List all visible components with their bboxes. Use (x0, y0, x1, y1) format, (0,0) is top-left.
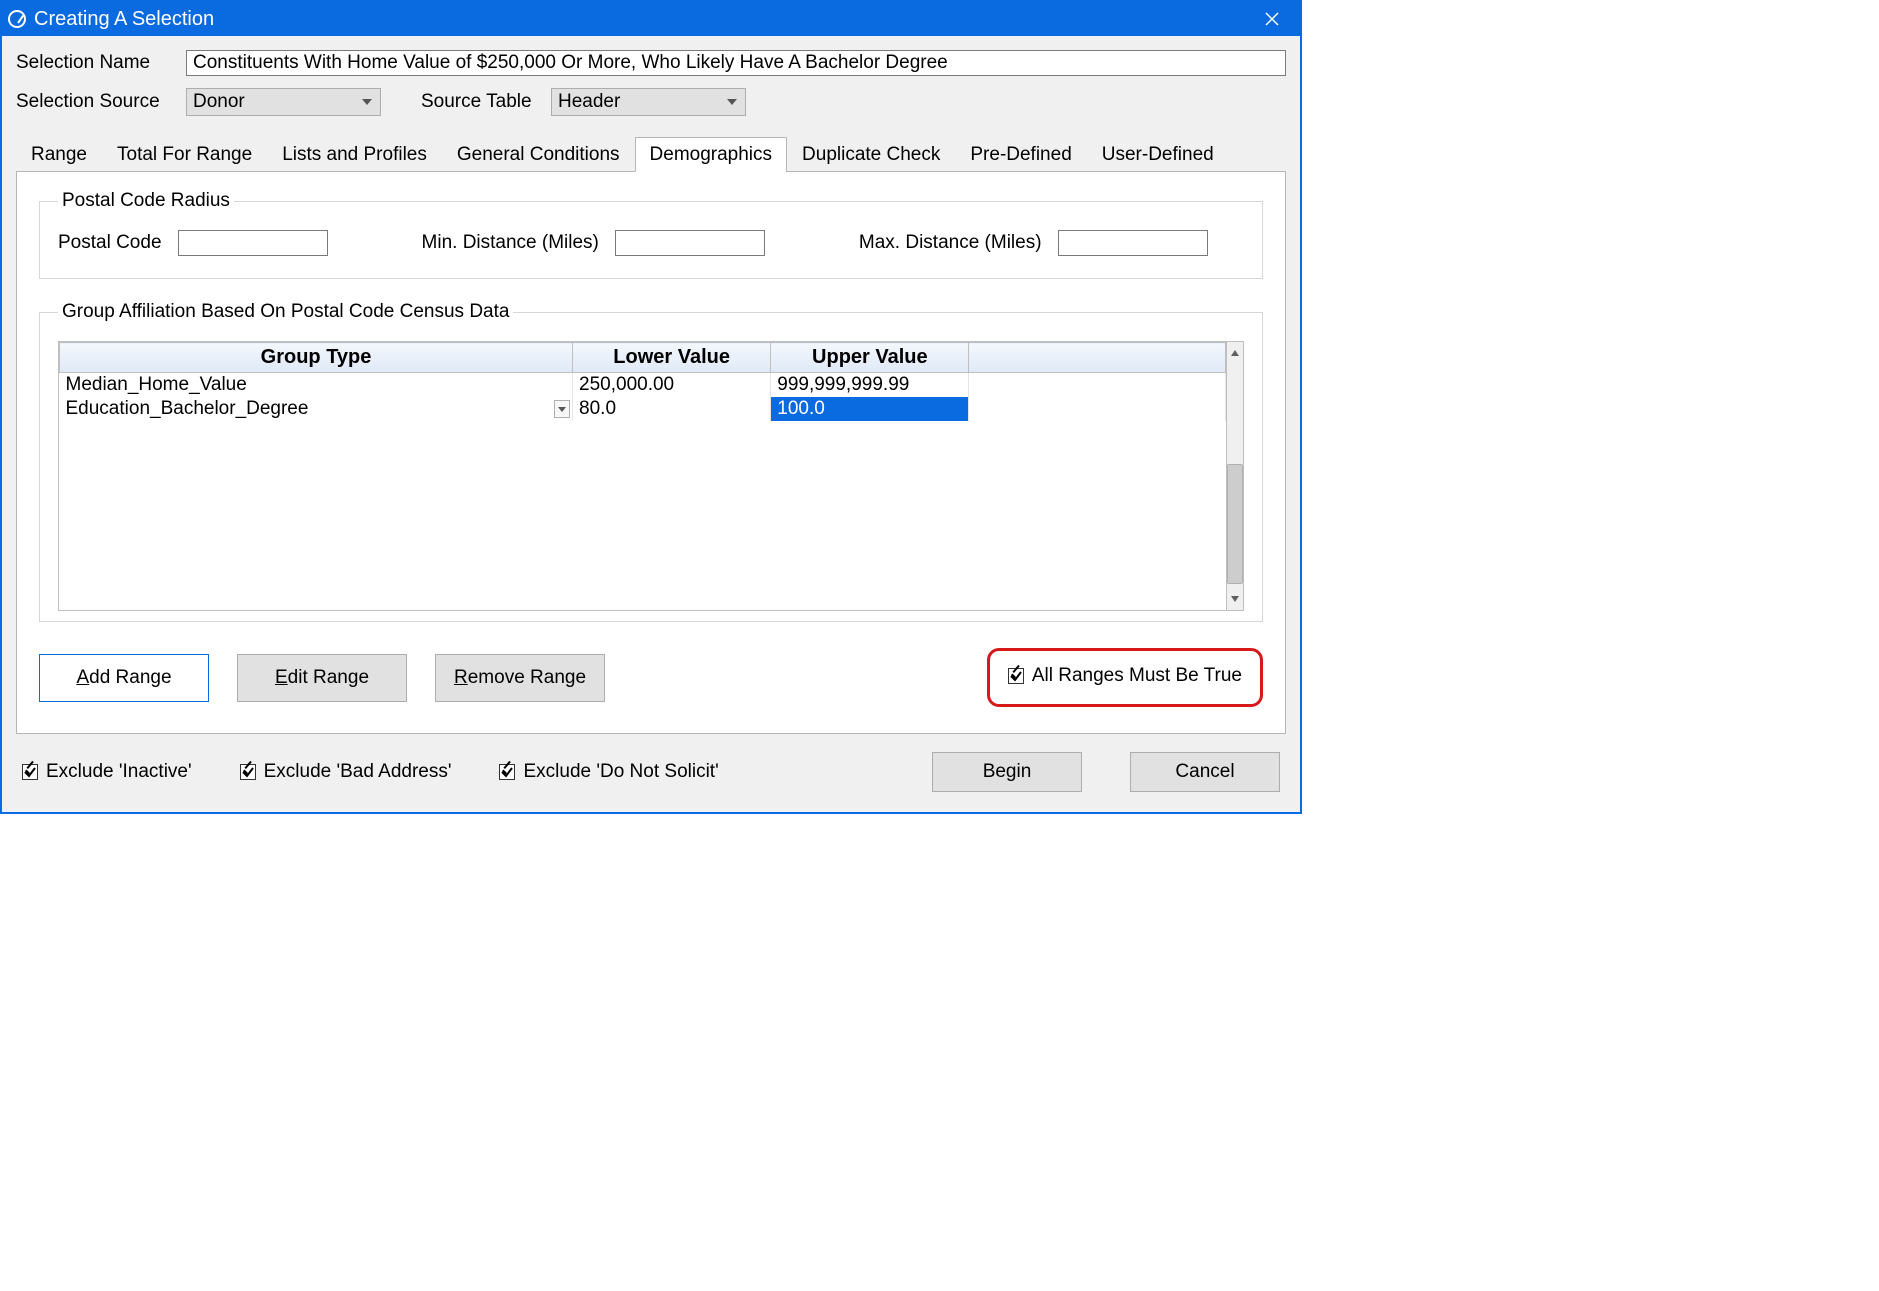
checkbox-exclude-bad-address-label: Exclude 'Bad Address' (264, 761, 452, 783)
census-grid[interactable]: Group Type Lower Value Upper Value Media… (58, 341, 1227, 611)
selection-name-input[interactable] (186, 50, 1286, 76)
row-selection-source: Selection Source Donor Source Table Head… (16, 88, 1286, 116)
checkbox-all-ranges-label: All Ranges Must Be True (1032, 665, 1242, 687)
client-area: Selection Name Selection Source Donor So… (2, 36, 1300, 812)
row-selection-name: Selection Name (16, 50, 1286, 76)
legend-postal-radius: Postal Code Radius (58, 190, 234, 212)
label-source-table: Source Table (421, 91, 551, 113)
checkbox-all-ranges-true[interactable]: All Ranges Must Be True (1008, 665, 1242, 687)
callout-all-ranges: All Ranges Must Be True (987, 648, 1263, 707)
census-grid-wrap: Group Type Lower Value Upper Value Media… (58, 341, 1244, 611)
close-icon[interactable] (1252, 2, 1292, 36)
range-buttons-row: Add Range Edit Range Remove Range All Ra… (39, 648, 1263, 707)
chevron-down-icon[interactable] (554, 400, 570, 418)
col-lower-value[interactable]: Lower Value (573, 343, 771, 373)
tab-pre-defined[interactable]: Pre-Defined (955, 137, 1086, 172)
selection-source-combo[interactable]: Donor (186, 88, 381, 116)
cell-group-type[interactable]: Median_Home_Value (60, 373, 573, 398)
label-selection-name: Selection Name (16, 52, 186, 74)
col-group-type[interactable]: Group Type (60, 343, 573, 373)
col-blank (969, 343, 1226, 373)
scroll-thumb[interactable] (1227, 464, 1243, 584)
table-header-row: Group Type Lower Value Upper Value (60, 343, 1226, 373)
cell-lower-value[interactable]: 80.0 (573, 397, 771, 421)
title-bar: Creating A Selection (2, 2, 1300, 36)
group-census: Group Affiliation Based On Postal Code C… (39, 301, 1263, 622)
cell-upper-value[interactable]: 999,999,999.99 (771, 373, 969, 398)
chevron-down-icon (727, 99, 737, 105)
app-icon (8, 10, 26, 28)
edit-range-button[interactable]: Edit Range (237, 654, 407, 702)
footer-row: Exclude 'Inactive' Exclude 'Bad Address'… (16, 734, 1286, 796)
scroll-up-icon[interactable] (1227, 342, 1243, 364)
table-row[interactable]: Median_Home_Value250,000.00999,999,999.9… (60, 373, 1226, 398)
tab-total-for-range[interactable]: Total For Range (102, 137, 267, 172)
selection-source-value: Donor (193, 91, 265, 113)
tab-strip: RangeTotal For RangeLists and ProfilesGe… (16, 136, 1286, 171)
dialog-window: Creating A Selection Selection Name Sele… (0, 0, 1302, 814)
checkbox-exclude-inactive-label: Exclude 'Inactive' (46, 761, 192, 783)
scroll-down-icon[interactable] (1227, 588, 1243, 610)
legend-census: Group Affiliation Based On Postal Code C… (58, 301, 513, 323)
cell-upper-value[interactable]: 100.0 (771, 397, 969, 421)
tab-range[interactable]: Range (16, 137, 102, 172)
checkbox-exclude-inactive[interactable]: Exclude 'Inactive' (22, 761, 192, 783)
cell-blank (969, 397, 1226, 421)
cell-lower-value[interactable]: 250,000.00 (573, 373, 771, 398)
max-distance-input[interactable] (1058, 230, 1208, 256)
tab-lists-and-profiles[interactable]: Lists and Profiles (267, 137, 442, 172)
postal-row: Postal Code Min. Distance (Miles) Max. D… (58, 230, 1244, 256)
grid-scrollbar[interactable] (1227, 341, 1244, 611)
tab-duplicate-check[interactable]: Duplicate Check (787, 137, 955, 172)
checkbox-exclude-dns[interactable]: Exclude 'Do Not Solicit' (499, 761, 718, 783)
postal-code-input[interactable] (178, 230, 328, 256)
add-range-button[interactable]: Add Range (39, 654, 209, 702)
chevron-down-icon (362, 99, 372, 105)
remove-range-button[interactable]: Remove Range (435, 654, 605, 702)
checkbox-exclude-bad-address[interactable]: Exclude 'Bad Address' (240, 761, 452, 783)
tab-user-defined[interactable]: User-Defined (1087, 137, 1229, 172)
cell-blank (969, 373, 1226, 398)
tab-demographics[interactable]: Demographics (635, 137, 788, 172)
min-distance-input[interactable] (615, 230, 765, 256)
window-title: Creating A Selection (34, 8, 1252, 31)
cell-group-type[interactable]: Education_Bachelor_Degree (60, 397, 573, 421)
group-postal-radius: Postal Code Radius Postal Code Min. Dist… (39, 190, 1263, 279)
table-row[interactable]: Education_Bachelor_Degree80.0100.0 (60, 397, 1226, 421)
label-postal-code: Postal Code (58, 232, 162, 254)
label-max-distance: Max. Distance (Miles) (859, 232, 1042, 254)
label-min-distance: Min. Distance (Miles) (422, 232, 599, 254)
begin-button[interactable]: Begin (932, 752, 1082, 792)
source-table-combo[interactable]: Header (551, 88, 746, 116)
tab-general-conditions[interactable]: General Conditions (442, 137, 635, 172)
label-selection-source: Selection Source (16, 91, 186, 113)
source-table-value: Header (558, 91, 640, 113)
tab-panel-demographics: Postal Code Radius Postal Code Min. Dist… (16, 171, 1286, 734)
col-upper-value[interactable]: Upper Value (771, 343, 969, 373)
tabs: RangeTotal For RangeLists and ProfilesGe… (16, 136, 1286, 734)
checkbox-exclude-dns-label: Exclude 'Do Not Solicit' (523, 761, 718, 783)
cancel-button[interactable]: Cancel (1130, 752, 1280, 792)
